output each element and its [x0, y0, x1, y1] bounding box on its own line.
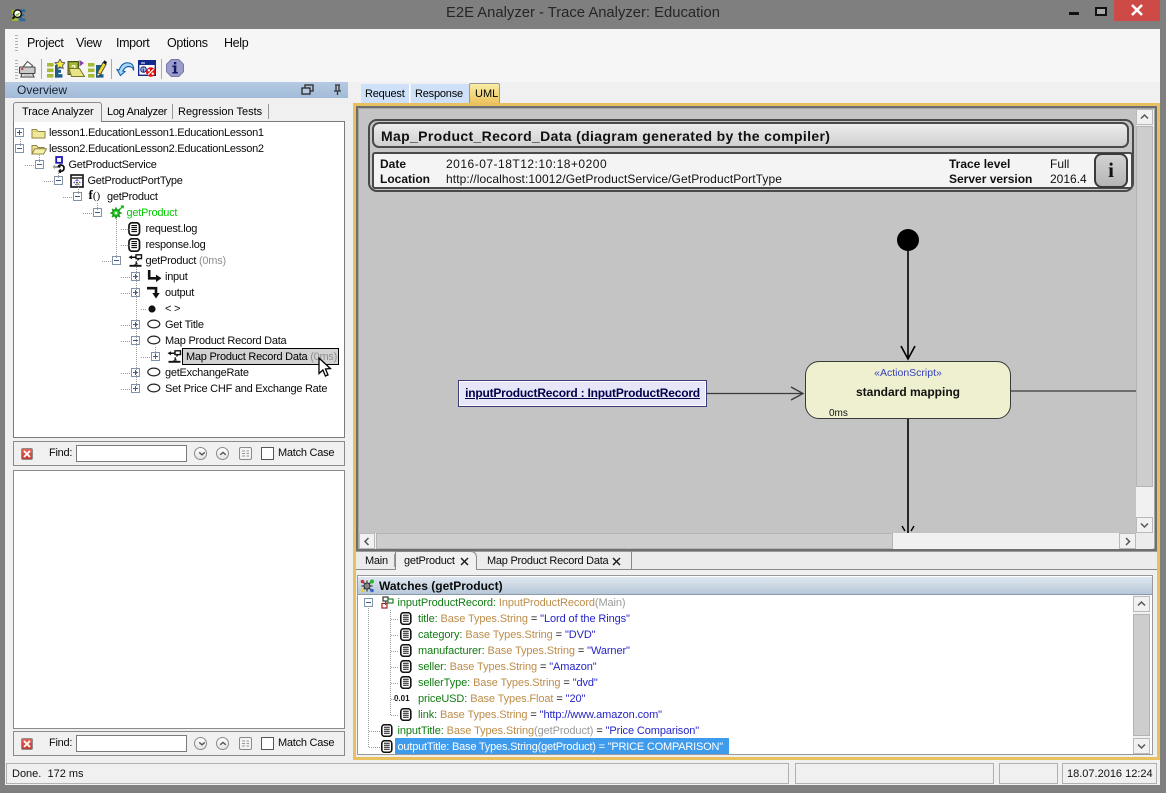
svg-text:i: i [142, 67, 144, 74]
